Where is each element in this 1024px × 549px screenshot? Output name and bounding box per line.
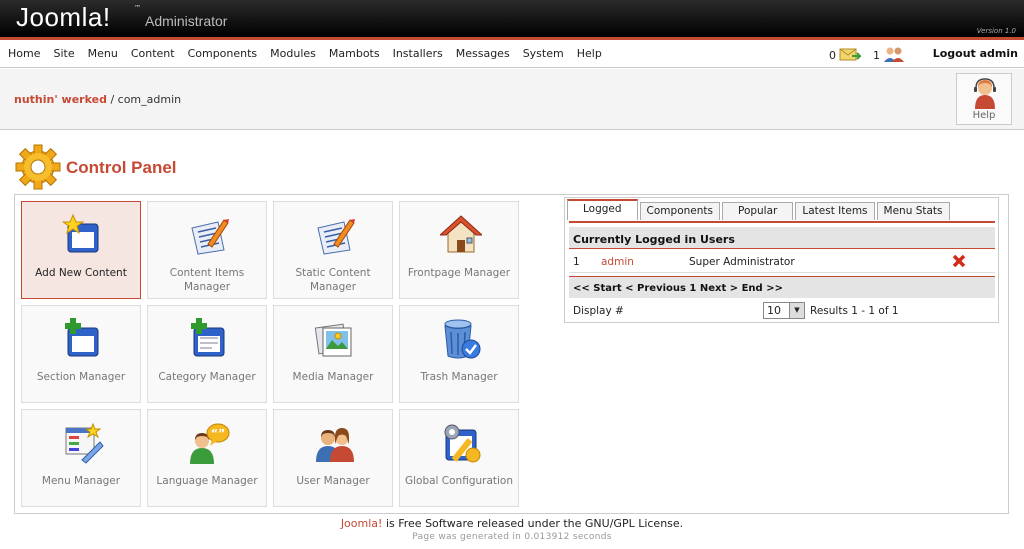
administrator-label: Administrator (145, 13, 228, 29)
breadcrumb-component: com_admin (117, 93, 182, 106)
header-bar: Joomla! ™ Administrator Version 1.0 (0, 0, 1024, 40)
language-manager-button[interactable]: “” Language Manager (147, 409, 267, 507)
menu-components[interactable]: Components (188, 47, 258, 60)
global-configuration-button[interactable]: Global Configuration (399, 409, 519, 507)
section-manager-button[interactable]: Section Manager (21, 305, 141, 403)
footer-license: Joomla! is Free Software released under … (0, 517, 1024, 530)
category-manager-button[interactable]: Category Manager (147, 305, 267, 403)
icon-label: Media Manager (292, 371, 374, 383)
online-users-icon[interactable] (883, 46, 905, 65)
logged-users-heading: Currently Logged in Users (569, 227, 995, 249)
control-panel: Add New Content Content Items Manager St… (14, 194, 1009, 514)
icon-label: Global Configuration (404, 475, 514, 487)
icon-label: User Manager (296, 475, 370, 487)
display-value: 10 (767, 304, 781, 317)
mail-icon[interactable] (839, 46, 863, 65)
media-manager-button[interactable]: Media Manager (273, 305, 393, 403)
trash-icon (444, 319, 481, 359)
menu-bar: Home Site Menu Content Components Module… (0, 42, 1024, 68)
breadcrumb-site[interactable]: nuthin' werked (14, 93, 107, 106)
add-content-icon (62, 214, 99, 253)
media-icon (314, 323, 352, 357)
icon-label: Static Content Manager (295, 267, 371, 293)
category-icon (191, 318, 225, 357)
config-icon (444, 424, 481, 463)
menu-system[interactable]: System (523, 47, 564, 60)
display-count-select[interactable]: 10 ▼ (763, 302, 805, 319)
main-menu: Home Site Menu Content Components Module… (8, 47, 615, 60)
help-label: Help (972, 110, 996, 121)
user-link[interactable]: admin (601, 256, 634, 268)
user-group: Super Administrator (689, 256, 795, 268)
breadcrumb-separator: / (106, 93, 118, 106)
chevron-down-icon: ▼ (789, 303, 804, 318)
frontpage-manager-button[interactable]: Frontpage Manager (399, 201, 519, 299)
row-number: 1 (573, 256, 580, 268)
statistics-tabs: Logged Components Popular Latest Items M… (564, 197, 999, 323)
add-new-content-button[interactable]: Add New Content (21, 201, 141, 299)
generation-time: Page was generated in 0.013912 seconds (412, 532, 612, 542)
pagination[interactable]: << Start < Previous 1 Next > End >> (569, 276, 995, 298)
gear-icon (15, 144, 61, 190)
menu-modules[interactable]: Modules (270, 47, 316, 60)
tab-bar: Logged Components Popular Latest Items M… (565, 198, 950, 220)
tab-components[interactable]: Components (639, 202, 720, 220)
status-counts: 0 1 (829, 46, 905, 65)
icon-label: Trash Manager (420, 371, 498, 383)
breadcrumb: nuthin' werked / com_admin (14, 93, 181, 106)
user-manager-button[interactable]: User Manager (273, 409, 393, 507)
language-icon: “” (190, 423, 230, 464)
display-label: Display # (573, 305, 624, 317)
display-row: Display # 10 ▼ Results 1 - 1 of 1 (569, 299, 995, 323)
joomla-logo: Joomla! (16, 2, 111, 32)
static-content-manager-button[interactable]: Static Content Manager (273, 201, 393, 299)
messages-count: 0 (829, 49, 836, 62)
menu-messages[interactable]: Messages (456, 47, 510, 60)
menu-menu[interactable]: Menu (88, 47, 118, 60)
section-icon (65, 318, 99, 357)
menu-site[interactable]: Site (53, 47, 74, 60)
menu-content[interactable]: Content (131, 47, 175, 60)
trademark: ™ (134, 4, 141, 12)
page-title: Control Panel (66, 158, 177, 177)
menu-installers[interactable]: Installers (393, 47, 443, 60)
tab-popular[interactable]: Popular (721, 202, 794, 220)
menu-mambots[interactable]: Mambots (329, 47, 380, 60)
static-content-icon (317, 219, 355, 255)
menu-help[interactable]: Help (577, 47, 602, 60)
icon-label: Section Manager (36, 371, 126, 383)
logout-link[interactable]: Logout admin (933, 47, 1018, 60)
content-items-manager-button[interactable]: Content Items Manager (147, 201, 267, 299)
icon-label: Frontpage Manager (407, 267, 511, 279)
logout-user-icon[interactable] (952, 254, 966, 271)
tab-latest-items[interactable]: Latest Items (795, 202, 875, 220)
menu-home[interactable]: Home (8, 47, 40, 60)
content-items-icon (191, 219, 229, 255)
tab-logged[interactable]: Logged (567, 199, 638, 220)
icon-label: Category Manager (158, 371, 256, 383)
svg-text:“”: “” (211, 427, 225, 440)
icon-label: Language Manager (156, 475, 258, 487)
icon-label: Content Items Manager (169, 267, 245, 293)
pathway-bar: nuthin' werked / com_admin Help (0, 69, 1024, 130)
icon-label: Menu Manager (41, 475, 121, 487)
results-text: Results 1 - 1 of 1 (810, 305, 899, 317)
icon-label: Add New Content (35, 267, 127, 279)
tab-menu-stats[interactable]: Menu Stats (876, 202, 950, 220)
version-label: Version 1.0 (976, 27, 1016, 35)
trash-manager-button[interactable]: Trash Manager (399, 305, 519, 403)
joomla-link[interactable]: Joomla! (341, 517, 383, 530)
users-count: 1 (873, 49, 880, 62)
menu-icon (65, 422, 104, 464)
logged-users-panel: Currently Logged in Users 1 admin Super … (569, 221, 995, 321)
help-person-icon (974, 78, 996, 109)
table-row: 1 admin Super Administrator (569, 251, 995, 273)
frontpage-home-icon (440, 215, 482, 253)
menu-manager-button[interactable]: Menu Manager (21, 409, 141, 507)
help-button[interactable]: Help (956, 73, 1012, 125)
users-icon (316, 428, 354, 462)
license-text: is Free Software released under the GNU/… (382, 517, 684, 530)
